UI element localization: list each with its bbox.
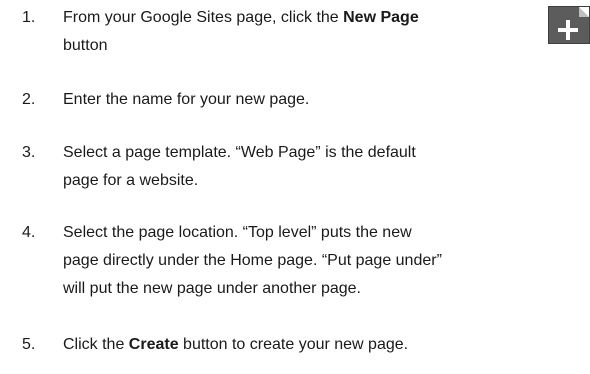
- step-text: Click the Create button to create your n…: [63, 331, 590, 359]
- step-line: Select the page location. “Top level” pu…: [63, 219, 590, 247]
- step-text-segment: will put the new page under another page…: [63, 280, 361, 297]
- step-line: Select a page template. “Web Page” is th…: [63, 139, 590, 167]
- step-text-segment: page for a website.: [63, 172, 199, 189]
- step-text-segment: page directly under the Home page. “Put …: [63, 252, 442, 269]
- step-line: page for a website.: [63, 167, 590, 195]
- step-text-bold: Create: [128, 336, 179, 353]
- step-number: 5.: [22, 336, 36, 353]
- new-page-plus-icon: [548, 6, 590, 44]
- step-text: From your Google Sites page, click the N…: [63, 4, 590, 60]
- plus-horizontal-bar: [558, 28, 578, 32]
- step-line: Enter the name for your new page.: [63, 86, 590, 114]
- step-line: button: [63, 32, 590, 60]
- step-number: 3.: [22, 144, 36, 161]
- step-line: will put the new page under another page…: [63, 275, 590, 303]
- step-number: 2.: [22, 91, 36, 108]
- step-text: Select a page template. “Web Page” is th…: [63, 139, 590, 195]
- page-fold-corner: [579, 7, 589, 17]
- step-text: Select the page location. “Top level” pu…: [63, 219, 590, 303]
- step-text: Enter the name for your new page.: [63, 86, 590, 114]
- step-line: Click the Create button to create your n…: [63, 331, 590, 359]
- step-text-segment: Enter the name for your new page.: [63, 91, 310, 108]
- step-line: page directly under the Home page. “Put …: [63, 247, 590, 275]
- step-text-segment: button: [63, 37, 108, 54]
- step-text-segment: Select the page location. “Top level” pu…: [63, 224, 412, 241]
- step-text-segment: Select a page template. “Web Page” is th…: [63, 144, 416, 161]
- step-number: 1.: [22, 9, 36, 26]
- step-text-bold: New Page: [343, 9, 419, 26]
- step-text-segment: From your Google Sites page, click the: [63, 9, 344, 26]
- step-text-segment: Click the: [63, 336, 129, 353]
- step-line: From your Google Sites page, click the N…: [63, 4, 590, 32]
- step-text-segment: button to create your new page.: [178, 336, 409, 353]
- instruction-list: 1. From your Google Sites page, click th…: [0, 0, 590, 374]
- step-number: 4.: [22, 224, 36, 241]
